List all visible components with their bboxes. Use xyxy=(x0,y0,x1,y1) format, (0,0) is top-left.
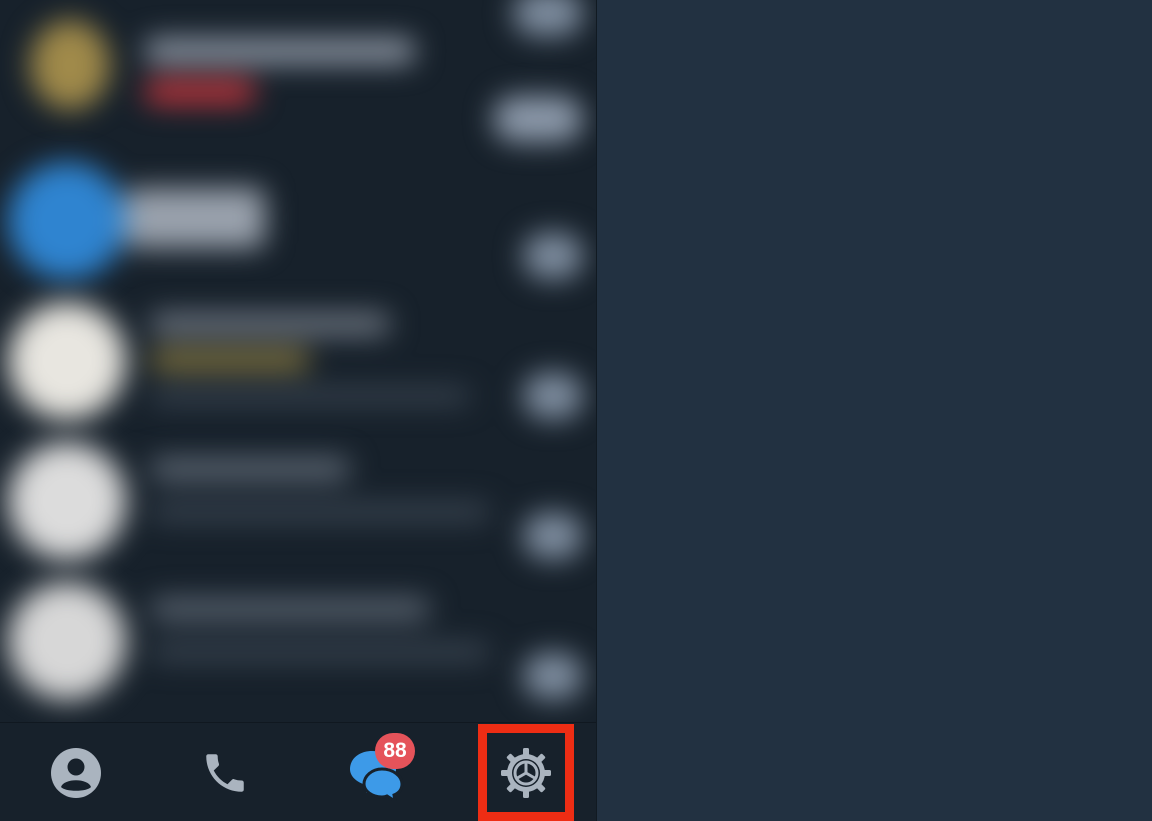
person-circle-icon xyxy=(51,747,101,798)
chat-sidebar xyxy=(0,0,597,821)
list-item[interactable] xyxy=(0,288,597,428)
chat-list[interactable] xyxy=(0,0,597,722)
tab-chats[interactable] xyxy=(326,723,426,821)
list-item[interactable] xyxy=(0,148,597,288)
list-item[interactable] xyxy=(0,568,597,708)
list-item[interactable] xyxy=(0,8,597,148)
settings-highlight-box xyxy=(478,724,574,821)
list-item[interactable] xyxy=(0,428,597,568)
phone-icon xyxy=(206,753,244,792)
tab-contacts[interactable] xyxy=(26,723,126,821)
unread-count-badge: 88 xyxy=(375,733,415,769)
empty-chat-area xyxy=(597,0,1152,821)
tab-calls[interactable] xyxy=(175,723,275,821)
